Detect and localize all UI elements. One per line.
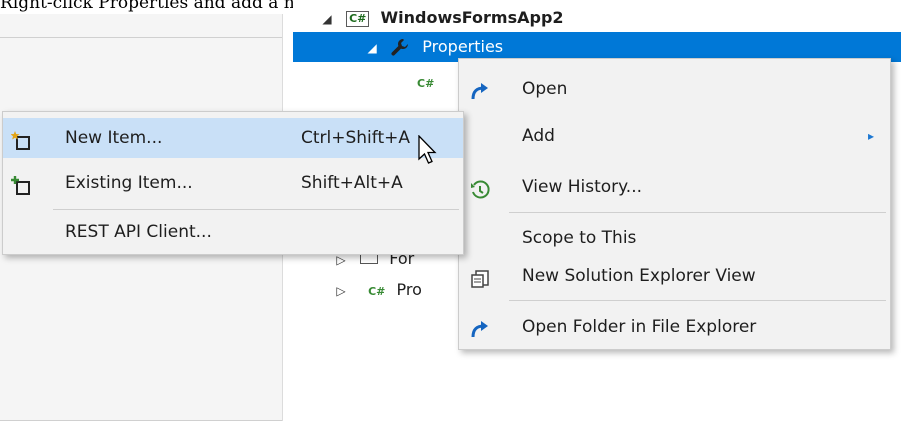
menu-separator: [509, 300, 886, 301]
menu-item-label: View History...: [522, 177, 643, 197]
new-view-icon: [469, 265, 491, 288]
program-file-label: Pro: [396, 280, 422, 299]
expanded-arrow-icon[interactable]: ◢: [319, 5, 335, 33]
submenu-item-label: New Item...: [65, 128, 163, 148]
context-menu: Open Add ▸ View History... Scope to This…: [458, 58, 891, 350]
submenu-item-new-item[interactable]: New Item... Ctrl+Shift+A: [3, 118, 463, 158]
tree-node-program[interactable]: ▷ C# Pro: [333, 275, 473, 305]
properties-label: Properties: [422, 37, 504, 56]
left-pane-divider: [0, 37, 282, 38]
submenu-item-shortcut: Ctrl+Shift+A: [301, 128, 411, 148]
csharp-file-icon: C#: [417, 77, 435, 90]
history-icon: [469, 176, 491, 199]
project-label: WindowsFormsApp2: [380, 8, 564, 27]
menu-separator: [509, 212, 886, 213]
csharp-file-icon: C#: [368, 285, 386, 298]
submenu-item-existing-item[interactable]: Existing Item... Shift+Alt+A: [3, 163, 463, 203]
menu-item-view-history[interactable]: View History...: [459, 167, 890, 207]
submenu-arrow-icon: ▸: [867, 129, 874, 143]
tree-node-project[interactable]: ◢ C# WindowsFormsApp2: [319, 4, 879, 32]
menu-item-scope-to-this[interactable]: Scope to This: [459, 218, 890, 258]
submenu-item-shortcut: Shift+Alt+A: [301, 173, 403, 193]
open-arrow-icon: [469, 316, 491, 338]
menu-separator: [53, 209, 459, 210]
open-arrow-icon: [469, 78, 491, 100]
menu-item-label: Add: [522, 126, 555, 146]
submenu-item-rest-api-client[interactable]: REST API Client...: [3, 212, 463, 252]
add-submenu: New Item... Ctrl+Shift+A Existing Item..…: [2, 111, 464, 255]
submenu-item-label: REST API Client...: [65, 222, 212, 242]
existing-item-icon: [11, 172, 33, 195]
new-item-icon: [10, 127, 33, 150]
menu-item-label: New Solution Explorer View: [522, 266, 756, 286]
menu-item-label: Open Folder in File Explorer: [522, 317, 757, 337]
menu-item-label: Scope to This: [522, 228, 637, 248]
menu-item-add[interactable]: Add ▸: [459, 116, 890, 156]
wrench-icon: [389, 37, 411, 59]
menu-item-label: Open: [522, 79, 568, 99]
menu-item-open[interactable]: Open: [459, 69, 890, 109]
expanded-arrow-icon[interactable]: ◢: [364, 33, 380, 63]
csharp-project-icon: C#: [346, 10, 370, 27]
collapsed-arrow-icon[interactable]: ▷: [333, 276, 349, 306]
menu-item-new-solution-explorer-view[interactable]: New Solution Explorer View: [459, 256, 890, 296]
menu-item-open-folder-in-file-explorer[interactable]: Open Folder in File Explorer: [459, 307, 890, 347]
mouse-cursor: [418, 134, 440, 169]
submenu-item-label: Existing Item...: [65, 173, 193, 193]
